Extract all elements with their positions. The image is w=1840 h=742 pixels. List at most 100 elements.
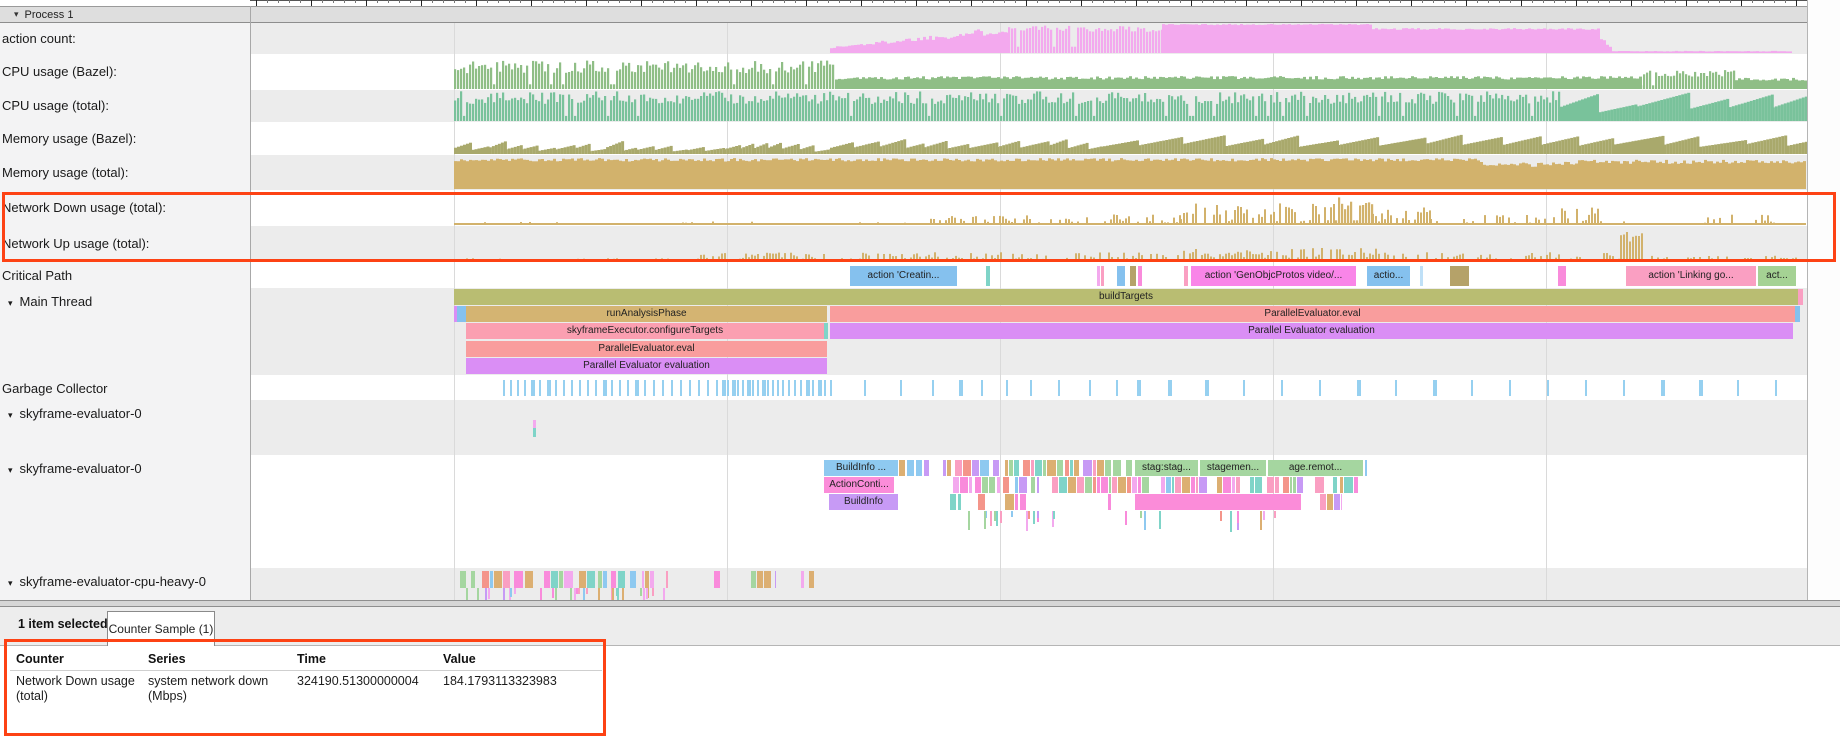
gc-tick[interactable] (635, 380, 639, 396)
gc-tick[interactable] (1168, 380, 1172, 396)
trace-slice[interactable] (564, 571, 573, 588)
gc-tick[interactable] (680, 380, 682, 396)
trace-slice[interactable] (1015, 494, 1018, 510)
trace-slice[interactable] (1108, 494, 1111, 510)
gc-tick[interactable] (818, 380, 822, 396)
trace-slice[interactable] (551, 571, 557, 588)
trace-slice[interactable] (1126, 460, 1132, 476)
gc-tick[interactable] (587, 380, 589, 396)
trace-slice[interactable] (1127, 477, 1131, 493)
trace-slice[interactable] (990, 511, 992, 526)
main-thread-slice[interactable] (457, 306, 466, 322)
trace-slice[interactable] (488, 588, 490, 599)
evaluator-slice[interactable] (899, 460, 905, 476)
gc-tick[interactable] (1737, 380, 1739, 396)
evaluator-mark[interactable] (533, 428, 536, 437)
trace-slice[interactable] (1159, 511, 1161, 529)
gc-tick[interactable] (571, 380, 573, 396)
trace-slice[interactable] (1112, 477, 1117, 493)
gc-tick[interactable] (689, 380, 691, 396)
main-thread-slice[interactable]: skyframeExecutor.configureTargets (466, 323, 824, 339)
trace-slice[interactable] (640, 588, 642, 596)
trace-slice[interactable] (1009, 460, 1013, 476)
critical-path-slice[interactable]: action 'Creatin... (850, 266, 957, 286)
gc-tick[interactable] (788, 380, 790, 396)
table-cell[interactable]: Network Down usage (total) (16, 674, 136, 704)
trace-slice[interactable] (1037, 511, 1039, 518)
trace-slice[interactable] (503, 588, 505, 600)
process-group-header[interactable]: ▾ Process 1 (0, 6, 1812, 23)
gc-tick[interactable] (698, 380, 700, 396)
trace-slice[interactable] (968, 511, 970, 530)
trace-slice[interactable] (1109, 477, 1111, 493)
evaluator-slice[interactable]: stag:stag... (1135, 460, 1198, 476)
trace-slice[interactable] (666, 571, 668, 588)
gc-tick[interactable] (1433, 380, 1437, 396)
critical-path-slice[interactable] (986, 266, 990, 286)
gc-tick[interactable] (611, 380, 613, 396)
gc-tick[interactable] (777, 380, 779, 396)
trace-slice[interactable] (510, 588, 512, 597)
trace-slice[interactable] (963, 460, 970, 476)
gc-tick[interactable] (671, 380, 673, 396)
gc-tick[interactable] (707, 380, 709, 396)
thread-label[interactable]: ▾skyframe-evaluator-cpu-heavy-0 (8, 574, 206, 589)
gc-tick[interactable] (517, 380, 519, 396)
gc-tick[interactable] (627, 380, 629, 396)
gc-tick[interactable] (727, 380, 729, 396)
table-cell[interactable]: 324190.51300000004 (297, 674, 437, 689)
trace-slice[interactable] (1199, 477, 1207, 493)
trace-slice[interactable] (1011, 511, 1013, 517)
trace-slice[interactable] (1005, 460, 1008, 476)
trace-slice[interactable] (1315, 477, 1324, 493)
gc-tick[interactable] (510, 380, 512, 396)
panel-splitter[interactable] (0, 600, 1840, 607)
trace-slice[interactable] (950, 494, 956, 510)
evaluator-slice[interactable] (907, 460, 914, 476)
trace-slice[interactable] (1255, 477, 1262, 493)
critical-path-slice[interactable] (1138, 266, 1142, 286)
trace-slice[interactable] (714, 571, 720, 588)
gc-tick[interactable] (1205, 380, 1209, 396)
gc-tick[interactable] (981, 380, 983, 396)
trace-slice[interactable] (809, 571, 814, 588)
trace-slice[interactable] (996, 511, 998, 526)
trace-slice[interactable] (1250, 477, 1254, 493)
cpu-usage-bazel-chart[interactable] (250, 54, 1807, 89)
collapse-arrow-icon[interactable]: ▾ (8, 465, 13, 475)
trace-slice[interactable] (482, 571, 488, 588)
trace-slice[interactable] (552, 588, 554, 598)
gc-tick[interactable] (1357, 380, 1361, 396)
gc-tick[interactable] (1661, 380, 1665, 396)
trace-slice[interactable] (1093, 460, 1096, 476)
trace-slice[interactable] (955, 460, 962, 476)
trace-slice[interactable] (969, 477, 972, 493)
trace-slice[interactable] (1161, 477, 1165, 493)
trace-slice[interactable] (1182, 477, 1190, 493)
trace-slice[interactable] (980, 460, 989, 476)
trace-slice[interactable] (1065, 460, 1069, 476)
trace-slice[interactable] (1354, 477, 1359, 493)
memory-usage-bazel-chart[interactable] (250, 122, 1807, 154)
gc-tick[interactable] (1116, 380, 1118, 396)
trace-slice[interactable] (1320, 494, 1326, 510)
gc-tick[interactable] (737, 380, 739, 396)
trace-slice[interactable] (598, 571, 602, 588)
gc-tick[interactable] (752, 380, 754, 396)
gc-tick[interactable] (547, 380, 551, 396)
trace-slice[interactable] (757, 571, 763, 588)
gc-tick[interactable] (742, 380, 744, 396)
evaluator-slice[interactable]: age.remot... (1268, 460, 1363, 476)
trace-slice[interactable] (1093, 477, 1096, 493)
gc-tick[interactable] (1058, 380, 1060, 396)
trace-slice[interactable] (1014, 460, 1019, 476)
critical-path-slice[interactable] (1101, 266, 1104, 286)
trace-slice[interactable] (1274, 511, 1276, 518)
critical-path-slice[interactable]: act... (1758, 266, 1796, 286)
trace-slice[interactable] (1132, 477, 1137, 493)
trace-slice[interactable] (947, 460, 951, 476)
main-thread-slice[interactable] (824, 323, 828, 339)
gc-tick[interactable] (732, 380, 736, 396)
trace-slice[interactable] (650, 571, 654, 588)
trace-slice[interactable] (1070, 460, 1073, 476)
